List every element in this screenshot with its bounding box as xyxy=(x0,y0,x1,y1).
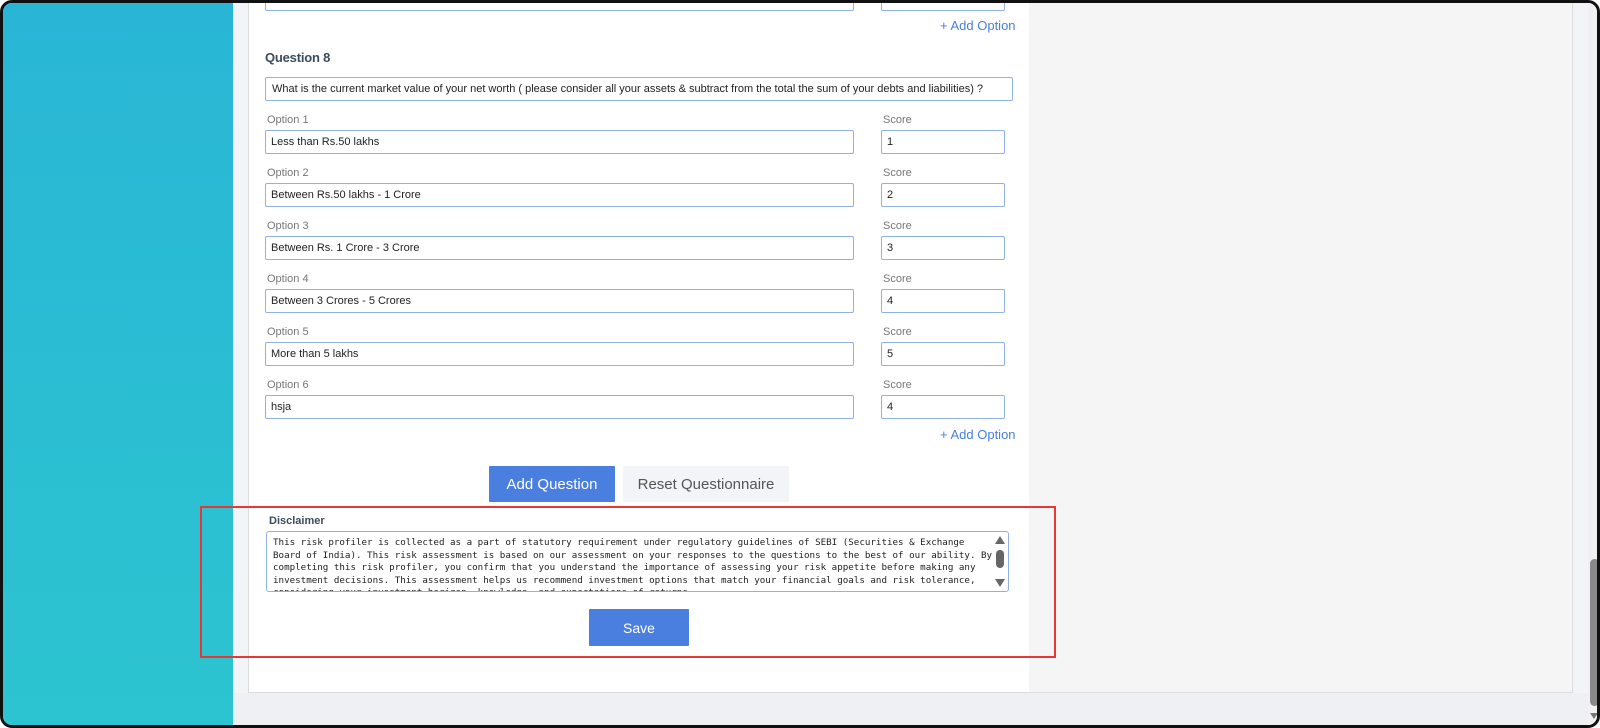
previous-option-input[interactable] xyxy=(265,3,854,11)
option-label: Option 4 xyxy=(267,273,309,285)
option-input[interactable]: Between 3 Crores - 5 Crores xyxy=(265,289,854,313)
footer-strip xyxy=(233,693,1588,725)
option-input[interactable]: hsja xyxy=(265,395,854,419)
score-input[interactable]: 2 xyxy=(881,183,1005,207)
option-label: Option 1 xyxy=(267,114,309,126)
option-label: Option 2 xyxy=(267,167,309,179)
score-input[interactable]: 5 xyxy=(881,342,1005,366)
score-input[interactable]: 4 xyxy=(881,395,1005,419)
option-input[interactable]: Between Rs.50 lakhs - 1 Crore xyxy=(265,183,854,207)
score-input[interactable]: 1 xyxy=(881,130,1005,154)
page-scroll-thumb[interactable] xyxy=(1590,559,1597,706)
question-title: Question 8 xyxy=(265,50,331,65)
option-input[interactable]: Less than Rs.50 lakhs xyxy=(265,130,854,154)
previous-score-input[interactable] xyxy=(881,3,1005,11)
score-label: Score xyxy=(883,114,912,126)
option-label: Option 6 xyxy=(267,379,309,391)
reset-questionnaire-button[interactable]: Reset Questionnaire xyxy=(623,466,789,502)
option-input[interactable]: Between Rs. 1 Crore - 3 Crore xyxy=(265,236,854,260)
scroll-down-arrow-icon[interactable] xyxy=(1590,713,1597,719)
score-input[interactable]: 3 xyxy=(881,236,1005,260)
question-text-input[interactable]: What is the current market value of your… xyxy=(265,77,1013,101)
add-option-link[interactable]: + Add Option xyxy=(940,427,1016,442)
option-label: Option 3 xyxy=(267,220,309,232)
score-label: Score xyxy=(883,326,912,338)
page-scrollbar[interactable] xyxy=(1588,3,1597,725)
score-label: Score xyxy=(883,167,912,179)
option-label: Option 5 xyxy=(267,326,309,338)
window-frame: + Add Option Question 8 What is the curr… xyxy=(0,0,1600,728)
score-label: Score xyxy=(883,379,912,391)
score-label: Score xyxy=(883,273,912,285)
score-input[interactable]: 4 xyxy=(881,289,1005,313)
score-label: Score xyxy=(883,220,912,232)
sidebar xyxy=(3,3,233,725)
add-option-link-previous[interactable]: + Add Option xyxy=(940,18,1016,33)
highlight-box xyxy=(200,506,1056,658)
add-question-button[interactable]: Add Question xyxy=(489,466,615,502)
option-input[interactable]: More than 5 lakhs xyxy=(265,342,854,366)
